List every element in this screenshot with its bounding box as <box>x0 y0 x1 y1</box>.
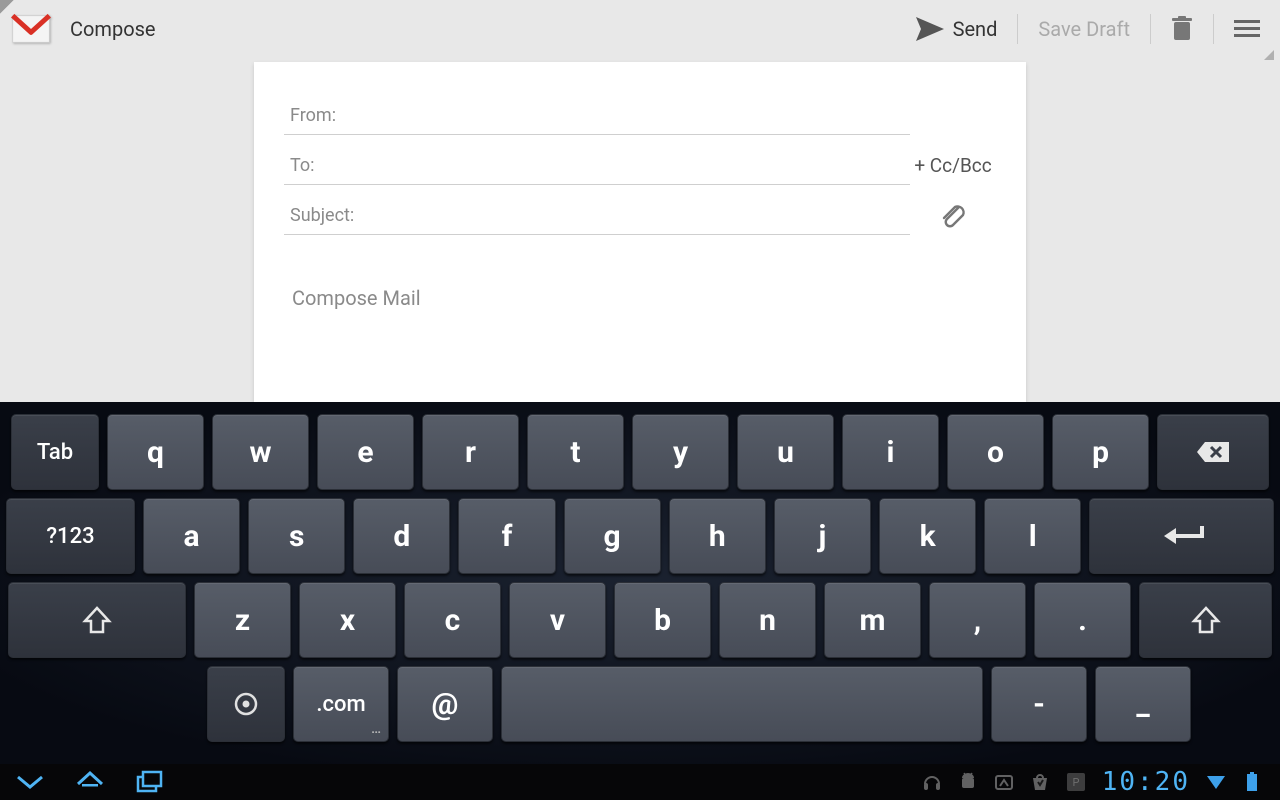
key-emoji[interactable] <box>207 666 285 742</box>
key-e[interactable]: e <box>317 414 414 490</box>
battery-icon[interactable] <box>1237 764 1267 800</box>
save-draft-button[interactable]: Save Draft <box>1022 0 1146 58</box>
home-icon <box>75 770 105 794</box>
key-shift-left[interactable] <box>8 582 186 658</box>
popup-hint-dots: … <box>371 721 382 737</box>
to-field[interactable]: To: <box>284 145 910 185</box>
key-b[interactable]: b <box>614 582 711 658</box>
separator <box>1213 14 1214 44</box>
key-dash[interactable]: - <box>991 666 1087 742</box>
from-label: From: <box>290 105 336 126</box>
paperclip-icon <box>939 201 967 229</box>
key-p[interactable]: p <box>1052 414 1149 490</box>
key-at[interactable]: @ <box>397 666 493 742</box>
shift-icon <box>82 605 112 635</box>
key-dotcom[interactable]: .com … <box>293 666 389 742</box>
key-g[interactable]: g <box>564 498 661 574</box>
send-icon <box>915 16 945 42</box>
key-backspace[interactable] <box>1157 414 1269 490</box>
key-symbols[interactable]: ?123 <box>6 498 135 574</box>
separator <box>1150 14 1151 44</box>
key-f[interactable]: f <box>458 498 555 574</box>
key-enter[interactable] <box>1089 498 1274 574</box>
key-v[interactable]: v <box>509 582 606 658</box>
system-nav-bar: P 10:20 <box>0 764 1280 800</box>
key-j[interactable]: j <box>774 498 871 574</box>
hide-keyboard-button[interactable] <box>10 764 50 800</box>
body-input[interactable]: Compose Mail <box>284 286 996 310</box>
key-h[interactable]: h <box>669 498 766 574</box>
key-y[interactable]: y <box>632 414 729 490</box>
key-s[interactable]: s <box>248 498 345 574</box>
wifi-icon[interactable] <box>1201 764 1231 800</box>
action-bar: Compose Send Save Draft <box>0 0 1280 58</box>
subject-field[interactable]: Subject: <box>284 195 910 235</box>
send-label: Send <box>953 17 998 41</box>
tray-app-icon[interactable]: P <box>1061 764 1091 800</box>
gmail-icon[interactable] <box>8 6 54 52</box>
svg-text:P: P <box>1072 776 1079 789</box>
from-field[interactable]: From: <box>284 95 910 135</box>
menu-icon <box>1234 19 1260 39</box>
save-draft-label: Save Draft <box>1038 17 1130 41</box>
home-button[interactable] <box>70 764 110 800</box>
separator <box>1017 14 1018 44</box>
key-q[interactable]: q <box>107 414 204 490</box>
key-shift-right[interactable] <box>1139 582 1272 658</box>
chevron-down-icon <box>15 773 45 791</box>
key-u[interactable]: u <box>737 414 834 490</box>
emoji-icon <box>233 691 259 717</box>
recents-button[interactable] <box>130 764 170 800</box>
to-label: To: <box>290 155 315 176</box>
key-k[interactable]: k <box>879 498 976 574</box>
recents-icon <box>136 770 164 794</box>
ccbcc-button[interactable]: + Cc/Bcc <box>910 154 996 177</box>
attach-button[interactable] <box>910 201 996 229</box>
key-underscore[interactable]: _ <box>1095 666 1191 742</box>
trash-icon <box>1171 16 1193 42</box>
body-placeholder: Compose Mail <box>292 286 421 310</box>
subject-input[interactable] <box>360 205 904 226</box>
key-a[interactable]: a <box>143 498 240 574</box>
key-z[interactable]: z <box>194 582 291 658</box>
key-tab[interactable]: Tab <box>11 414 99 490</box>
key-space[interactable] <box>501 666 983 742</box>
status-clock[interactable]: 10:20 <box>1102 767 1190 797</box>
key-r[interactable]: r <box>422 414 519 490</box>
key-x[interactable]: x <box>299 582 396 658</box>
from-input[interactable] <box>342 105 904 126</box>
subject-label: Subject: <box>290 205 354 226</box>
tray-shop-icon[interactable] <box>1025 764 1055 800</box>
discard-button[interactable] <box>1155 0 1209 58</box>
key-c[interactable]: c <box>404 582 501 658</box>
enter-icon <box>1158 522 1206 550</box>
key-d[interactable]: d <box>353 498 450 574</box>
backspace-icon <box>1195 440 1231 464</box>
compose-card: From: To: + Cc/Bcc Subject: <box>254 62 1026 402</box>
key-comma[interactable]: , <box>929 582 1026 658</box>
send-button[interactable]: Send <box>899 0 1014 58</box>
compose-stage: From: To: + Cc/Bcc Subject: <box>0 58 1280 402</box>
key-n[interactable]: n <box>719 582 816 658</box>
key-o[interactable]: o <box>947 414 1044 490</box>
to-input[interactable] <box>321 155 905 176</box>
key-l[interactable]: l <box>984 498 1081 574</box>
key-w[interactable]: w <box>212 414 309 490</box>
tray-notification-icon[interactable] <box>989 764 1019 800</box>
key-m[interactable]: m <box>824 582 921 658</box>
overflow-menu-button[interactable] <box>1218 0 1266 58</box>
soft-keyboard: Tab q w e r t y u i o p ?123 a s d f g h… <box>0 402 1280 764</box>
key-period[interactable]: . <box>1034 582 1131 658</box>
key-t[interactable]: t <box>527 414 624 490</box>
key-i[interactable]: i <box>842 414 939 490</box>
ccbcc-label: + Cc/Bcc <box>914 154 991 177</box>
tray-headphones-icon[interactable] <box>917 764 947 800</box>
page-title: Compose <box>70 17 156 41</box>
tray-android-icon[interactable] <box>953 764 983 800</box>
shift-icon <box>1191 605 1221 635</box>
